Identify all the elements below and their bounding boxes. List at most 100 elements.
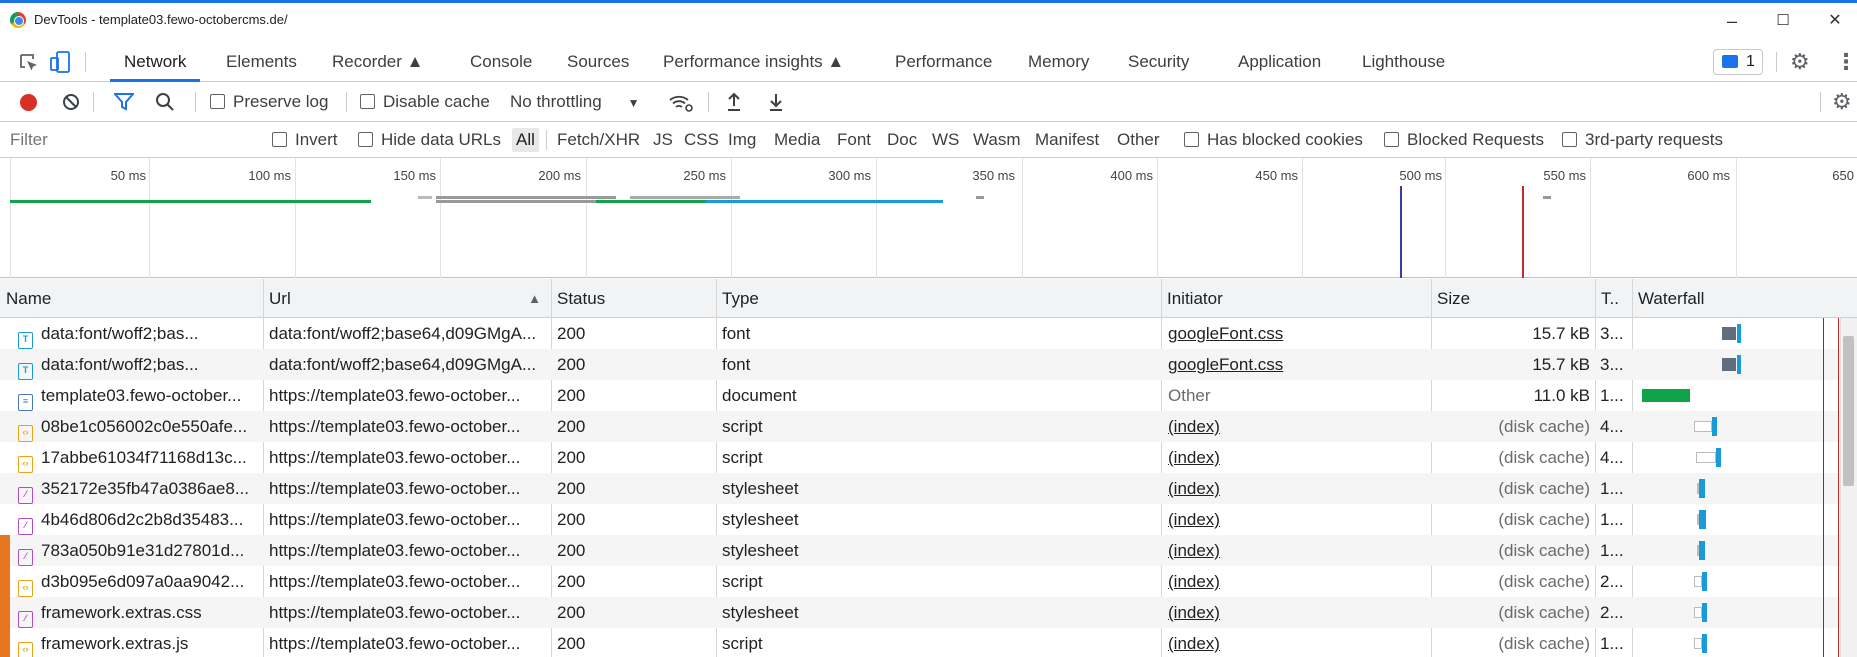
- table-row[interactable]: ⁄ framework.extras.css https://template03.…: [0, 597, 1840, 628]
- type-filter-other[interactable]: Other: [1117, 122, 1160, 158]
- divider: [195, 92, 196, 112]
- maximize-button[interactable]: ☐: [1763, 9, 1803, 33]
- import-har-upload-icon[interactable]: [726, 92, 742, 112]
- cell-initiator[interactable]: (index): [1168, 535, 1423, 566]
- settings-gear-icon[interactable]: ⚙: [1790, 48, 1810, 76]
- column-header-status[interactable]: Status: [551, 279, 716, 318]
- tab-security[interactable]: Security: [1128, 42, 1189, 82]
- tab-network[interactable]: Network: [109, 42, 201, 82]
- search-icon[interactable]: [155, 92, 175, 112]
- type-filter-manifest[interactable]: Manifest: [1035, 122, 1099, 158]
- hide-data-urls-checkbox[interactable]: Hide data URLs: [358, 122, 501, 158]
- cell-initiator[interactable]: (index): [1168, 566, 1423, 597]
- more-options-icon[interactable]: ⋮: [1835, 48, 1857, 76]
- issues-count: 1: [1746, 53, 1755, 70]
- third-party-requests-checkbox[interactable]: 3rd-party requests: [1562, 122, 1723, 158]
- tab-application[interactable]: Application: [1238, 42, 1321, 82]
- cell-time: 1...: [1600, 479, 1624, 498]
- column-header-type[interactable]: Type: [716, 279, 1161, 318]
- waterfall-bar-download: [1702, 634, 1707, 653]
- column-header-url-label: Url: [269, 289, 291, 308]
- cell-name: ⁄ 4b46d806d2c2b8d35483...: [18, 504, 258, 535]
- blocked-requests-checkbox[interactable]: Blocked Requests: [1384, 122, 1544, 158]
- device-toolbar-icon[interactable]: [50, 51, 72, 75]
- column-header-size[interactable]: Size: [1431, 279, 1595, 318]
- throttling-select[interactable]: No throttling ▼: [510, 82, 640, 122]
- type-filter-img[interactable]: Img: [728, 122, 756, 158]
- tab-console[interactable]: Console: [470, 42, 532, 82]
- column-header-url[interactable]: Url ▲: [263, 279, 551, 318]
- waterfall-bar: [1696, 452, 1716, 463]
- type-filter-all[interactable]: All: [512, 128, 539, 152]
- cell-url: https://template03.fewo-october...: [269, 448, 521, 467]
- has-blocked-cookies-checkbox[interactable]: Has blocked cookies: [1184, 122, 1363, 158]
- table-row[interactable]: ≡ template03.fewo-october... https://templ…: [0, 380, 1840, 411]
- type-filter-fetch-xhr[interactable]: Fetch/XHR: [557, 122, 640, 158]
- clear-icon[interactable]: [62, 93, 80, 111]
- tab-lighthouse[interactable]: Lighthouse: [1362, 42, 1445, 82]
- cell-name-text: 352172e35fb47a0386ae8...: [41, 479, 249, 498]
- cell-time: 3...: [1600, 324, 1624, 343]
- checkbox-box: [272, 132, 287, 147]
- table-row[interactable]: ⁄ 352172e35fb47a0386ae8... https://templat…: [0, 473, 1840, 504]
- tab-memory[interactable]: Memory: [1028, 42, 1089, 82]
- table-row[interactable]: ‹› 08be1c056002c0e550afe... https://templa…: [0, 411, 1840, 442]
- minimize-button[interactable]: –: [1712, 9, 1752, 33]
- table-row[interactable]: Tdata:font/woff2;bas... data:font/woff2;b…: [0, 349, 1840, 380]
- preserve-log-checkbox[interactable]: Preserve log: [210, 82, 328, 122]
- table-scrollbar-thumb[interactable]: [1843, 336, 1854, 486]
- cell-url: https://template03.fewo-october...: [269, 417, 521, 436]
- timeline-overview[interactable]: 50 ms 100 ms 150 ms 200 ms 250 ms 300 ms…: [0, 158, 1857, 278]
- chrome-logo-icon: [10, 11, 26, 28]
- type-filter-wasm[interactable]: Wasm: [973, 122, 1021, 158]
- network-conditions-wifi-icon[interactable]: [668, 93, 694, 113]
- type-filter-font[interactable]: Font: [837, 122, 871, 158]
- tick-label: 200 ms: [538, 168, 581, 183]
- filter-funnel-icon[interactable]: [114, 93, 134, 111]
- tab-elements[interactable]: Elements: [226, 42, 297, 82]
- close-button[interactable]: ✕: [1815, 9, 1855, 33]
- table-row[interactable]: ‹› 17abbe61034f71168d13c... https://templa…: [0, 442, 1840, 473]
- tab-recorder[interactable]: Recorder ▲: [332, 42, 423, 82]
- table-row[interactable]: ‹› d3b095e6d097a0aa9042... https://templat…: [0, 566, 1840, 597]
- tab-performance[interactable]: Performance: [895, 42, 992, 82]
- disable-cache-checkbox[interactable]: Disable cache: [360, 82, 490, 122]
- filter-input[interactable]: [10, 126, 250, 154]
- type-filter-ws[interactable]: WS: [932, 122, 959, 158]
- cell-initiator[interactable]: (index): [1168, 442, 1423, 473]
- tab-performance-insights[interactable]: Performance insights ▲: [663, 42, 844, 82]
- table-row[interactable]: ⁄ 4b46d806d2c2b8d35483... https://template…: [0, 504, 1840, 535]
- checkbox-box: [1184, 132, 1199, 147]
- column-header-time[interactable]: T..: [1595, 279, 1632, 318]
- table-row[interactable]: Tdata:font/woff2;bas... data:font/woff2;b…: [0, 318, 1840, 349]
- network-settings-gear-icon[interactable]: ⚙: [1832, 88, 1852, 116]
- cell-initiator[interactable]: googleFont.css: [1168, 349, 1423, 380]
- type-filter-media[interactable]: Media: [774, 122, 820, 158]
- table-row[interactable]: ‹› framework.extras.js https://template03.…: [0, 628, 1840, 657]
- issues-badge[interactable]: 1: [1713, 49, 1763, 75]
- column-header-waterfall[interactable]: Waterfall: [1632, 279, 1857, 318]
- column-header-initiator[interactable]: Initiator: [1161, 279, 1431, 318]
- cell-initiator[interactable]: googleFont.css: [1168, 318, 1423, 349]
- column-header-name[interactable]: Name: [0, 279, 263, 318]
- type-filter-css[interactable]: CSS: [684, 122, 719, 158]
- inspect-element-icon[interactable]: [18, 52, 40, 74]
- invert-checkbox[interactable]: Invert: [272, 122, 338, 158]
- record-icon[interactable]: [20, 94, 37, 111]
- cell-type: font: [722, 355, 751, 374]
- cell-initiator[interactable]: (index): [1168, 504, 1423, 535]
- cell-initiator[interactable]: (index): [1168, 628, 1423, 657]
- overview-bar: [706, 200, 943, 203]
- type-filter-js[interactable]: JS: [653, 122, 673, 158]
- export-har-download-icon[interactable]: [768, 92, 784, 112]
- cell-initiator[interactable]: (index): [1168, 411, 1423, 442]
- tick-label: 650: [1832, 168, 1854, 183]
- stylesheet-file-icon: ⁄: [18, 549, 33, 566]
- cell-initiator[interactable]: (index): [1168, 473, 1423, 504]
- table-row[interactable]: ⁄ 783a050b91e31d27801d... https://template…: [0, 535, 1840, 566]
- overview-bar: [1543, 196, 1551, 199]
- hide-data-urls-label: Hide data URLs: [381, 130, 502, 149]
- cell-initiator[interactable]: (index): [1168, 597, 1423, 628]
- tab-sources[interactable]: Sources: [567, 42, 629, 82]
- type-filter-doc[interactable]: Doc: [887, 122, 917, 158]
